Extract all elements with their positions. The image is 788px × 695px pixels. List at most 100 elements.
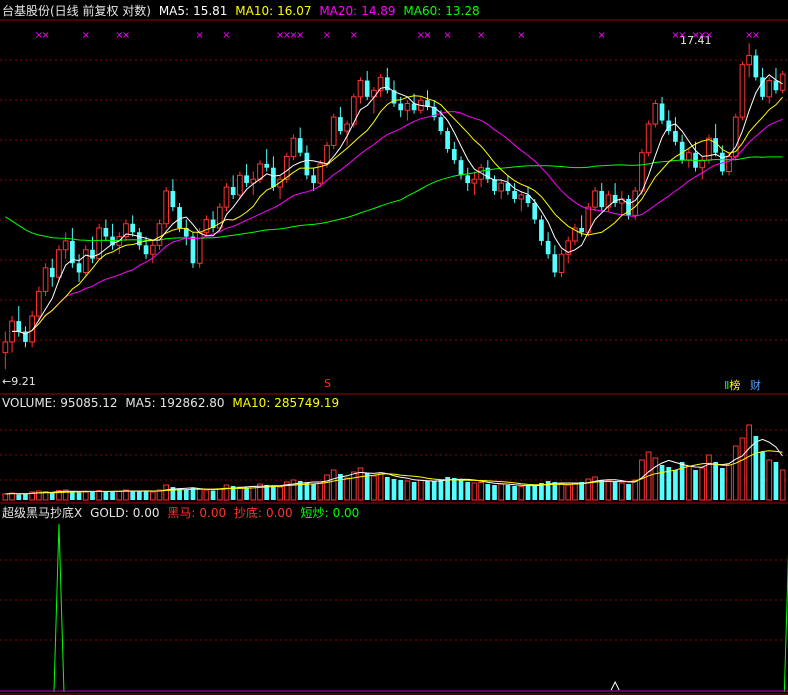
candle-body-up [639, 152, 645, 192]
volume-bar-up [290, 479, 297, 501]
candle-body-down [445, 131, 450, 150]
candle-body-down [532, 203, 538, 220]
volume-bar-up [216, 488, 223, 501]
candle-body-down [539, 219, 544, 241]
ma5-line [12, 74, 783, 335]
candle-body-up [518, 194, 525, 200]
volume-bar-up [250, 486, 257, 501]
candle-body-down [103, 227, 109, 237]
volume-bar-down [599, 480, 605, 500]
volume-bar-down [110, 492, 115, 500]
candle-body-up [82, 249, 89, 273]
volume-bar-down [485, 484, 491, 500]
signal-mark: × [705, 30, 713, 41]
volume-bar-up [196, 488, 203, 501]
volume-bar-down [465, 482, 471, 500]
volume-bar-down [659, 465, 665, 500]
candle-body-down [364, 80, 370, 97]
ma10-line [12, 95, 783, 335]
candle-body-down [659, 103, 665, 121]
volume-bar-up [558, 483, 565, 501]
candle-body-up [746, 54, 752, 66]
candle-body-up [357, 80, 364, 98]
candle-body-up [56, 249, 62, 278]
candle-body-up [257, 163, 263, 180]
volume-bar-down [719, 468, 725, 500]
volume-bar-up [565, 484, 572, 501]
volume-bar-up [237, 486, 243, 501]
candle-body-down [599, 190, 605, 208]
volume-bar-up [739, 437, 746, 501]
volume-bar-down [76, 492, 82, 500]
signal-mark: × [195, 30, 203, 41]
signal-mark: × [296, 30, 304, 41]
volume-bar-down [49, 493, 55, 500]
candle-body-down [271, 167, 276, 188]
candle-body-down [76, 263, 82, 273]
candle-body-up [62, 240, 69, 251]
volume-bar-up [766, 459, 773, 501]
candle-body-up [766, 80, 773, 98]
candle-body-down [512, 190, 517, 199]
candle-body-down [170, 190, 176, 208]
signal-mark: × [598, 30, 606, 41]
volume-bar-down [271, 486, 276, 500]
volume-bar-up [779, 469, 786, 501]
candle-body-up [404, 103, 411, 111]
signal-mark: × [752, 30, 760, 41]
candle-body-up [732, 116, 739, 157]
volume-bar-down [130, 490, 136, 500]
candle-body-up [685, 152, 692, 161]
candle-body-down [190, 236, 196, 264]
volume-bar-up [746, 424, 752, 501]
candle-body-down [244, 175, 249, 184]
candle-body-down [673, 131, 678, 142]
volume-bar-down [391, 479, 397, 500]
candle-body-up [290, 137, 297, 157]
stock-chart[interactable]: ×× × ×× × × ×××× × × ×× × × × × ×× ××× ×× [0, 0, 788, 695]
candle-body-down [458, 160, 464, 176]
candle-body-up [706, 137, 712, 161]
volume-bar-up [471, 482, 478, 501]
volume-bar-down [532, 485, 538, 500]
volume-bar-down [438, 480, 444, 500]
volume-bar-up [605, 480, 612, 501]
volume-bar-down [384, 477, 390, 500]
signal-mark: × [443, 30, 451, 41]
volume-bar-down [143, 491, 149, 500]
volume-bar-up [478, 482, 484, 501]
volume-bar-up [277, 486, 283, 501]
volume-bar-up [404, 480, 411, 501]
candle-body-down [264, 163, 270, 168]
volume-bar-down [579, 482, 584, 500]
volume-bar-down [451, 478, 457, 500]
candle-body-down [311, 175, 316, 184]
volume-bar-down [103, 491, 109, 500]
candle-body-down [579, 227, 584, 233]
volume-bar-down [458, 480, 464, 500]
candle-body-up [632, 190, 639, 216]
volume-bar-up [652, 457, 659, 501]
candle-body-down [230, 187, 236, 195]
signal-mark: × [350, 30, 358, 41]
candle-body-down [492, 179, 497, 191]
volume-bar-up [82, 491, 89, 501]
candle-body-down [438, 117, 444, 132]
candle-body-down [338, 117, 343, 132]
candle-body-up [36, 290, 42, 317]
candle-body-down [411, 103, 417, 111]
signal-mark: × [477, 30, 485, 41]
candle-body-up [2, 341, 9, 354]
candle-body-up [223, 186, 230, 208]
volume-bar-up [518, 486, 525, 501]
volume-bar-up [344, 477, 350, 501]
volume-bar-up [223, 484, 230, 501]
volume-bar-up [163, 484, 170, 501]
volume-bar-up [732, 445, 739, 501]
candle-body-down [451, 149, 457, 161]
volume-bar-up [572, 482, 578, 501]
volume-bar-up [324, 474, 330, 501]
volume-bar-up [149, 491, 156, 501]
candle-body-down [545, 240, 551, 255]
candle-body-up [592, 190, 598, 208]
